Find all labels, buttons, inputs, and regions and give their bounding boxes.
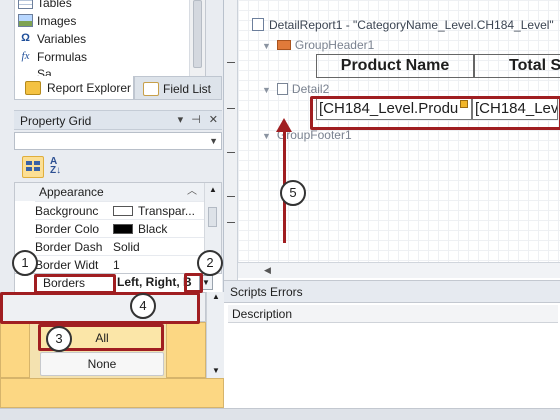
categorized-view-button[interactable] [22,156,44,178]
detail-cell-product[interactable]: [CH184_Level.Produ [316,98,472,120]
property-grid: Appearance ︿ Backgrounc Transpar... Bord… [14,182,222,274]
collapse-triangle-icon[interactable]: ▼ [262,127,271,145]
vertical-ruler [224,0,238,280]
panel-menu-icon[interactable]: ▾ [178,113,184,126]
color-swatch [113,206,133,216]
arrow-up-icon [276,118,292,132]
property-row-background[interactable]: Backgrounc Transpar... [35,201,205,219]
property-row-border-color[interactable]: Border Colo Black [35,219,205,237]
detail-cell-total[interactable]: [CH184_Level.P [472,98,558,120]
pin-icon[interactable]: ⊣ [191,113,201,126]
scripts-errors-panel: Scripts Errors Description [224,280,560,408]
report-explorer-tree[interactable]: Tables Images Ω Variables fx Formulas Sa… [14,0,206,78]
scroll-left-icon[interactable]: ◀ [264,265,271,276]
borders-popup-header [0,292,206,322]
popup-right-area [166,322,206,378]
scroll-up-icon[interactable]: ▲ [209,185,217,194]
report-explorer-icon [25,81,41,95]
band-group-header[interactable]: ▼ GroupHeader1 [262,36,560,54]
color-swatch [113,224,133,234]
tab-report-explorer[interactable]: Report Explorer [14,76,134,100]
popup-left-area [0,322,30,378]
tree-scrollbar[interactable] [189,0,205,76]
alphabetical-sort-icon[interactable]: A Z↓ [50,157,70,177]
collapse-triangle-icon[interactable]: ▼ [262,37,271,55]
status-bar [0,408,560,420]
tree-item-tables[interactable]: Tables [18,0,72,12]
property-grid-title: Property Grid [20,114,92,128]
property-row-border-width[interactable]: Border Widt 1 [35,255,205,273]
band-detail-report[interactable]: DetailReport1 - "CategoryName_Level.CH18… [252,16,560,34]
header-cell-total[interactable]: Total S [474,54,560,78]
column-description[interactable]: Description [228,305,558,323]
image-icon [18,14,33,27]
tree-item-variables[interactable]: Ω Variables [21,30,86,48]
popup-bottom-area [0,378,224,408]
table-icon [18,0,33,9]
property-row-borders[interactable]: Borders Left, Right, B ▼ [14,274,222,292]
popup-scrollbar[interactable]: ▲ ▼ [206,292,224,378]
object-selector[interactable]: ▼ [14,132,222,150]
chevron-down-icon[interactable]: ▼ [209,136,218,146]
scroll-up-icon[interactable]: ▲ [212,292,220,301]
property-row-border-dash[interactable]: Border Dash Solid [35,237,205,255]
tab-field-list[interactable]: Field List [134,76,222,100]
report-band-icon [252,18,264,31]
band-detail[interactable]: ▼ Detail2 [262,80,560,98]
header-cell-product-name[interactable]: Product Name [316,54,474,78]
tree-item-partial[interactable]: Sa... [37,66,62,76]
omega-icon: Ω [21,32,30,44]
callout-2: 2 [197,250,223,276]
callout-4: 4 [130,293,156,319]
detail-band-icon [276,83,288,95]
panel-tabs: Report Explorer Field List [14,76,222,100]
tree-item-formulas[interactable]: fx Formulas [22,48,88,66]
scroll-down-icon[interactable]: ▼ [212,366,220,375]
tree-item-images[interactable]: Images [18,12,76,30]
borders-option-none[interactable]: None [40,352,164,376]
category-appearance[interactable]: Appearance ︿ [15,183,205,201]
scroll-thumb[interactable] [208,207,217,227]
collapse-icon[interactable]: ︿ [187,183,197,201]
callout-3: 3 [46,326,72,352]
collapse-triangle-icon[interactable]: ▼ [262,81,271,99]
fx-icon: fx [21,50,30,62]
group-header-icon [276,40,291,50]
designer-horizontal-scrollbar[interactable]: ◀ [238,262,560,278]
property-grid-toolbar: A Z↓ [14,152,222,184]
smart-tag-icon[interactable] [460,100,468,108]
borders-dropdown-button[interactable]: ▼ [199,275,213,290]
scroll-thumb[interactable] [193,0,202,68]
property-grid-header: Property Grid ▾ ⊣ ✕ [14,110,222,130]
band-group-footer[interactable]: ▼ GroupFooter1 [262,126,560,144]
close-icon[interactable]: ✕ [209,113,218,126]
callout-5: 5 [280,180,306,206]
tab-scripts-errors[interactable]: Scripts Errors [224,281,560,303]
callout-1: 1 [12,250,38,276]
field-list-icon [143,82,159,96]
